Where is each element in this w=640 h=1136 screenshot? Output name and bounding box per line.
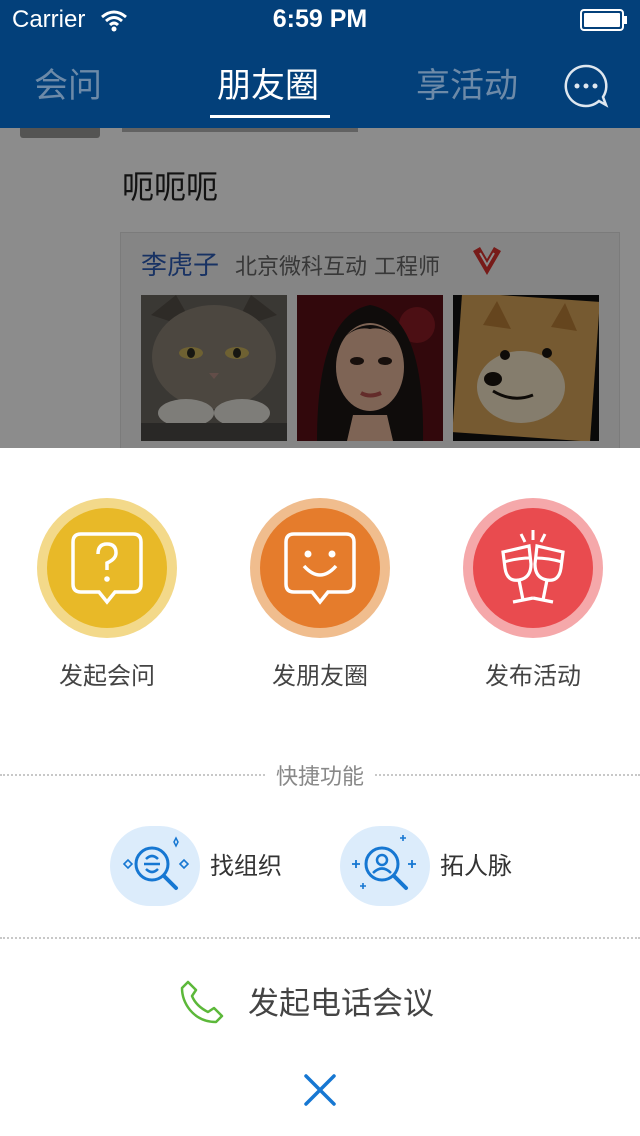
quick-functions-title: 快捷功能 bbox=[0, 759, 640, 791]
battery-icon bbox=[580, 9, 627, 31]
start-ask-button[interactable]: 发起会问 bbox=[17, 498, 197, 691]
shared-profile-card[interactable]: 李虎子 北京微科互动 工程师 bbox=[120, 232, 620, 448]
dog-photo[interactable] bbox=[453, 295, 599, 441]
post-moments-core[interactable] bbox=[260, 508, 380, 628]
status-bar: Carrier 6:59 PM bbox=[0, 0, 640, 40]
tab-ask[interactable]: 会问 bbox=[34, 58, 102, 107]
find-org-label: 找组织 bbox=[210, 852, 282, 880]
publish-event-core[interactable] bbox=[473, 508, 593, 628]
start-ask-core[interactable] bbox=[47, 508, 167, 628]
clock: 6:59 PM bbox=[272, 5, 368, 33]
find-org-icon bbox=[122, 836, 190, 890]
publish-event-label: 发布活动 bbox=[485, 662, 581, 690]
top-nav-bar: 会问 朋友圈 享活动 bbox=[0, 40, 640, 128]
publish-action-sheet: 发起会问 发朋友圈 发布活动 快捷功能 找组织 拓人脉 发起电话会议 bbox=[0, 448, 640, 1136]
quick-functions-title-text: 快捷功能 bbox=[265, 765, 374, 790]
post-text: 呃呃呃 bbox=[122, 168, 219, 206]
moments-feed: 呃呃呃 李虎子 北京微科互动 工程师 bbox=[0, 128, 640, 448]
active-tab-indicator bbox=[210, 115, 330, 118]
publish-event-ring[interactable] bbox=[463, 498, 603, 638]
start-conference-call-label: 发起电话会议 bbox=[248, 986, 434, 1022]
cat-photo[interactable] bbox=[141, 295, 287, 441]
close-icon[interactable] bbox=[300, 1070, 340, 1110]
find-org-icon-wrap[interactable] bbox=[110, 826, 200, 906]
post-moments-label: 发朋友圈 bbox=[272, 662, 368, 690]
tab-moments[interactable]: 朋友圈 bbox=[217, 58, 319, 107]
find-people-label: 拓人脉 bbox=[440, 852, 512, 880]
tab-events[interactable]: 享活动 bbox=[416, 58, 518, 107]
shared-user-company: 北京微科互动 工程师 bbox=[235, 255, 440, 280]
start-ask-ring[interactable] bbox=[37, 498, 177, 638]
cheers-glasses-icon bbox=[501, 530, 565, 604]
question-bubble-icon bbox=[71, 532, 143, 605]
call-divider bbox=[0, 937, 640, 939]
post-moments-ring[interactable] bbox=[250, 498, 390, 638]
find-people-icon bbox=[352, 835, 416, 890]
post-meta-text bbox=[122, 128, 358, 132]
avatar bbox=[20, 128, 100, 138]
chat-bubble-icon[interactable] bbox=[563, 63, 609, 109]
start-ask-label: 发起会问 bbox=[59, 662, 155, 690]
phone-icon bbox=[180, 980, 224, 1024]
post-moments-button[interactable]: 发朋友圈 bbox=[230, 498, 410, 691]
shared-user-name[interactable]: 李虎子 bbox=[141, 245, 219, 282]
woman-photo[interactable] bbox=[297, 295, 443, 441]
publish-event-button[interactable]: 发布活动 bbox=[443, 498, 623, 691]
verified-v-icon bbox=[473, 247, 501, 275]
find-people-icon-wrap[interactable] bbox=[340, 826, 430, 906]
smile-bubble-icon bbox=[284, 532, 356, 605]
